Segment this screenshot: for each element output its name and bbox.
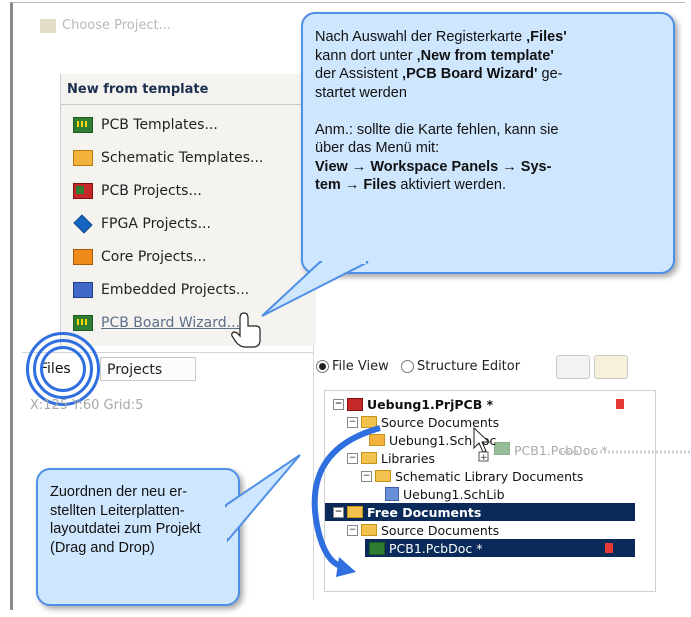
pcb-templates-link[interactable]: PCB Templates...: [73, 114, 218, 136]
collapse-icon[interactable]: −: [333, 398, 344, 410]
project-icon: [40, 18, 56, 33]
pcb-doc-icon: [369, 541, 385, 555]
highlight-ring-inner: [40, 346, 86, 392]
pcb-icon: [73, 117, 93, 133]
panel-title: New from template: [67, 82, 209, 97]
choose-project-faded: Choose Project...: [40, 18, 260, 46]
collapse-icon[interactable]: −: [333, 506, 344, 518]
collapse-icon[interactable]: −: [347, 524, 358, 536]
folder-icon: [361, 452, 377, 464]
info-callout-top: Nach Auswahl der Registerkarte ‚Files' k…: [301, 12, 675, 274]
fpga-projects-link[interactable]: FPGA Projects...: [73, 213, 211, 235]
embedded-icon: [73, 282, 93, 298]
tree-node-schlib[interactable]: Uebung1.SchLib: [385, 485, 505, 503]
pcb-projects-link[interactable]: PCB Projects...: [73, 180, 202, 202]
modified-doc-icon: [605, 543, 613, 553]
fpga-icon: [73, 214, 93, 234]
radio-file-view[interactable]: [316, 360, 329, 373]
schematic-doc-icon: [369, 434, 385, 446]
tree-node-free-source-documents[interactable]: − Source Documents: [347, 521, 499, 539]
embedded-projects-link[interactable]: Embedded Projects...: [73, 279, 249, 301]
core-projects-link[interactable]: Core Projects...: [73, 246, 206, 268]
workspace-button[interactable]: [556, 355, 590, 379]
project-icon: [347, 397, 363, 411]
structure-editor-option[interactable]: Structure Editor: [401, 359, 520, 374]
pcb-icon: [73, 315, 93, 331]
new-from-template-panel: New from template PCB Templates... Schem…: [60, 74, 316, 346]
info-callout-bottom: Zuordnen der neu er- stellten Leiterplat…: [36, 468, 240, 606]
project-tree: − Uebung1.PrjPCB * − Source Documents Uebu…: [324, 390, 656, 592]
tree-node-project[interactable]: − Uebung1.PrjPCB *: [333, 395, 493, 413]
pcb-doc-icon: [494, 442, 510, 455]
pcb-project-icon: [73, 183, 93, 199]
tree-node-source-documents[interactable]: − Source Documents: [347, 413, 499, 431]
folder-icon: [361, 524, 377, 536]
folder-icon: [347, 506, 363, 518]
radio-structure-editor[interactable]: [401, 360, 414, 373]
tree-node-schdoc[interactable]: Uebung1.SchDoc: [369, 431, 496, 449]
folder-icon: [375, 470, 391, 482]
file-view-option[interactable]: File View: [316, 359, 389, 374]
collapse-icon[interactable]: −: [347, 452, 358, 464]
folder-menu-button[interactable]: [594, 355, 628, 379]
pcb-board-wizard-link[interactable]: PCB Board Wizard...: [73, 312, 240, 334]
modified-doc-icon: [616, 399, 624, 409]
schematic-templates-link[interactable]: Schematic Templates...: [73, 147, 263, 169]
projects-panel: File View Structure Editor − Uebung1.PrjP…: [313, 345, 684, 600]
tree-node-free-documents[interactable]: − Free Documents: [333, 503, 481, 521]
status-bar: X:125 Y:60 Grid:5: [30, 398, 144, 413]
schematic-icon: [73, 150, 93, 166]
collapse-icon[interactable]: −: [361, 470, 372, 482]
collapse-icon[interactable]: −: [347, 416, 358, 428]
library-icon: [385, 487, 399, 501]
view-toolbar: File View Structure Editor: [316, 347, 676, 381]
divider: [61, 104, 316, 105]
core-icon: [73, 249, 93, 265]
folder-icon: [361, 416, 377, 428]
tree-node-pcbdoc[interactable]: PCB1.PcbDoc *: [369, 539, 482, 557]
tab-projects[interactable]: Projects: [100, 357, 196, 381]
tree-node-libraries[interactable]: − Libraries: [347, 449, 435, 467]
drag-ghost-pcbdoc: PCB1.PcbDoc *: [494, 442, 607, 458]
tree-node-schematic-library-documents[interactable]: − Schematic Library Documents: [361, 467, 583, 485]
